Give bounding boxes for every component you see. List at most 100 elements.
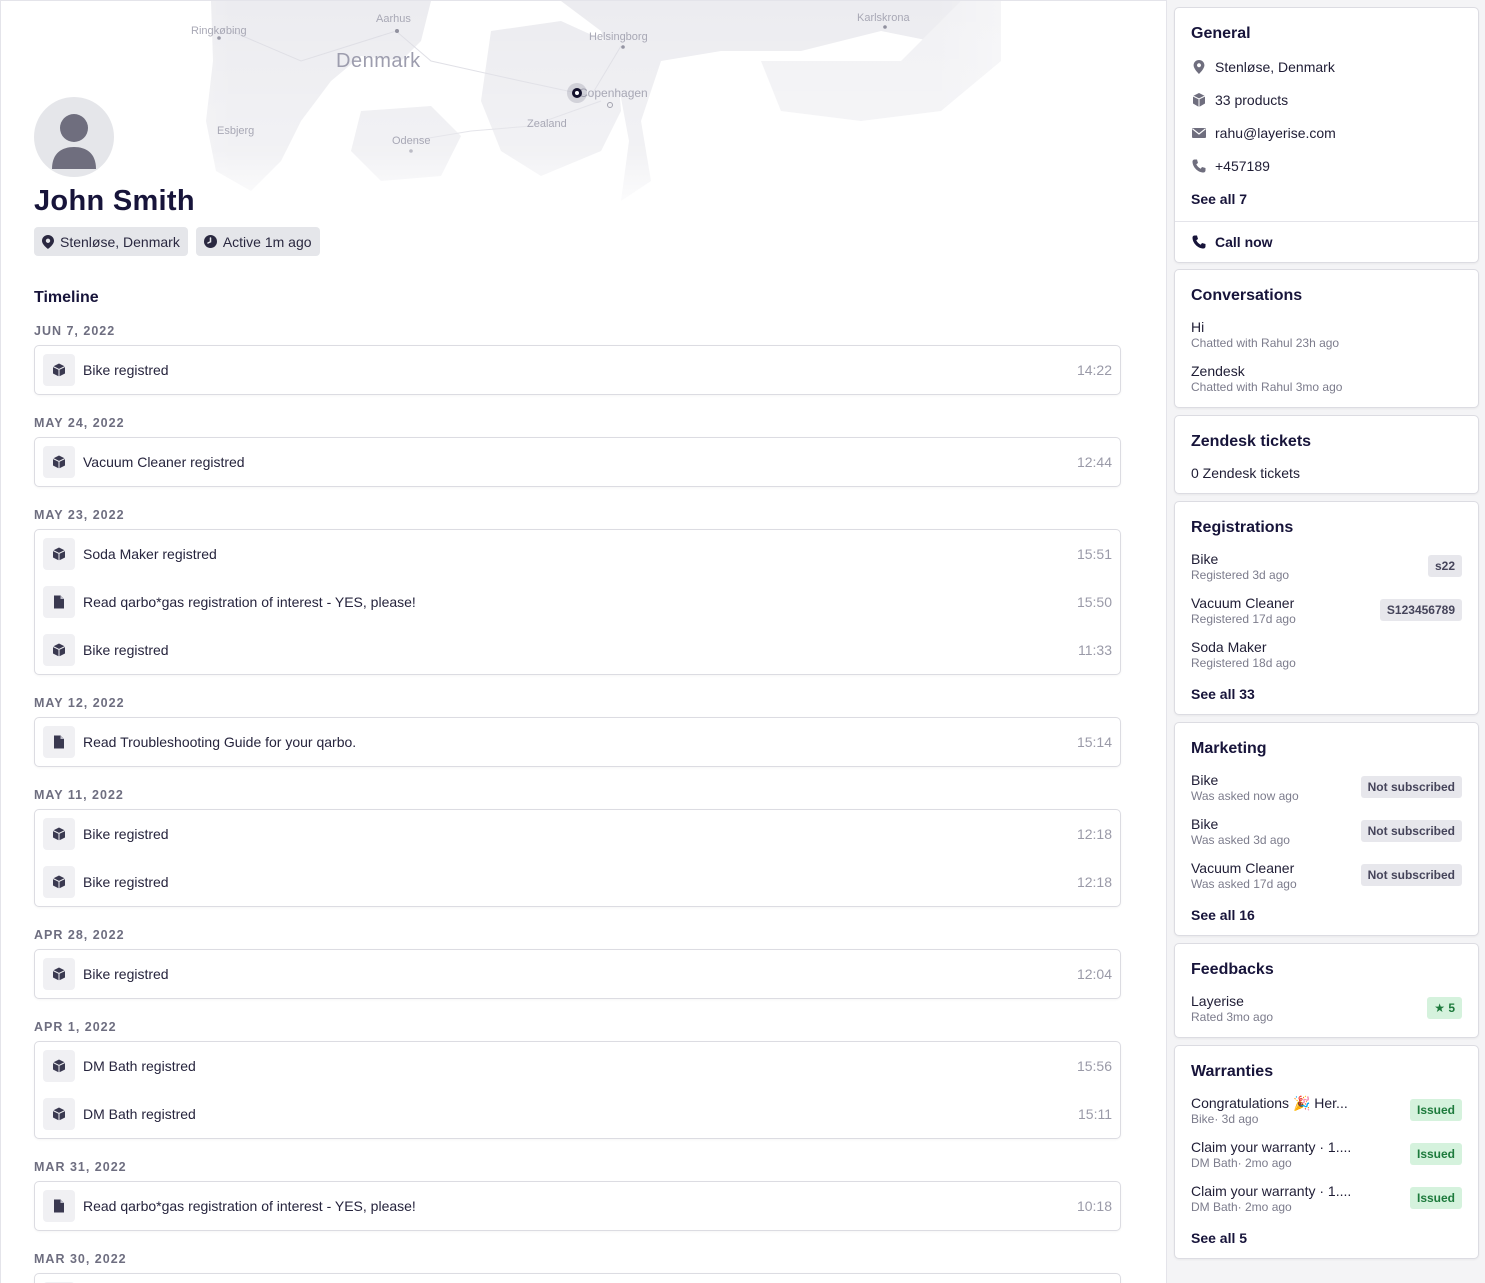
registrations-see-all-link[interactable]: See all 33: [1191, 686, 1255, 702]
call-now-button[interactable]: Call now: [1191, 234, 1273, 250]
timeline-event-time: 12:44: [1076, 454, 1112, 470]
timeline-event-text: Bike registred: [83, 966, 169, 982]
timeline-event-text: DM Bath registred: [83, 1058, 196, 1074]
marketing-item[interactable]: Vacuum Cleaner Was asked 17d ago Not subsc…: [1191, 860, 1462, 896]
timeline-event[interactable]: Bike registred 12:18: [35, 810, 1120, 858]
timeline-event-time: 15:14: [1076, 734, 1112, 750]
general-divider: [1175, 221, 1478, 222]
warranties-card: Warranties Congratulations 🎉 Her... Bike·…: [1174, 1045, 1479, 1259]
timeline-event-time: 15:51: [1076, 546, 1112, 562]
conversation-item-title: Zendesk: [1191, 363, 1245, 379]
box-icon: [43, 538, 75, 570]
conversation-item[interactable]: Zendesk Chatted with Rahul 3mo ago: [1191, 363, 1462, 399]
warranty-status-badge: Issued: [1409, 1143, 1462, 1165]
marketing-item[interactable]: Bike Was asked now ago Not subscribed: [1191, 772, 1462, 808]
warranties-title: Warranties: [1191, 1063, 1274, 1080]
conversation-item-subtitle: Chatted with Rahul 3mo ago: [1191, 380, 1343, 394]
location-chip: Stenløse, Denmark: [34, 227, 188, 256]
phone-icon: [1192, 235, 1206, 249]
timeline-event-time: 15:50: [1076, 594, 1112, 610]
timeline-event-text: Bike registred: [83, 826, 169, 842]
timeline-date: MAY 11, 2022: [34, 788, 124, 802]
timeline-event[interactable]: Vacuum Cleaner registred 12:44: [35, 438, 1120, 486]
map-label-esbjerg: Esbjerg: [217, 125, 255, 137]
marketing-status-badge: Not subscribed: [1360, 864, 1462, 886]
registration-item-title: Soda Maker: [1191, 639, 1267, 655]
warranty-item[interactable]: Claim your warranty · 1.... DM Bath· 2mo …: [1191, 1139, 1462, 1175]
map-land-shapes: [1, 1, 1166, 216]
map-label-denmark: Denmark: [336, 50, 421, 72]
timeline-event[interactable]: Bike registred 14:22: [35, 346, 1120, 394]
timeline-event-text: Vacuum Cleaner registred: [83, 454, 245, 470]
timeline-date: MAY 24, 2022: [34, 416, 125, 430]
warranty-item[interactable]: Claim your warranty · 1.... DM Bath· 2mo …: [1191, 1183, 1462, 1219]
profile-chips: Stenløse, Denmark Active 1m ago: [34, 227, 320, 256]
clock-icon: [203, 235, 217, 248]
zendesk-title: Zendesk tickets: [1191, 433, 1312, 450]
timeline-event-text: Read qarbo*gas registration of interest …: [83, 1198, 416, 1214]
timeline-event-text: Bike registred: [83, 362, 169, 378]
conversations-card: Conversations Hi Chatted with Rahul 23h a…: [1174, 269, 1479, 408]
timeline-date: MAR 30, 2022: [34, 1252, 127, 1266]
activity-chip-label: Active 1m ago: [222, 233, 312, 250]
timeline-event[interactable]: Read qarbo*gas registration of interest …: [35, 1182, 1120, 1230]
customer-name: John Smith: [34, 185, 195, 217]
location-chip-label: Stenløse, Denmark: [60, 233, 180, 250]
timeline-event-text: DM Bath registred: [83, 1106, 196, 1122]
warranties-see-all-link[interactable]: See all 5: [1191, 1230, 1247, 1246]
map-label-odense: Odense: [392, 135, 431, 147]
registration-item[interactable]: Soda Maker Registered 18d ago: [1191, 639, 1462, 675]
general-email[interactable]: rahu@layerise.com: [1191, 125, 1336, 141]
timeline-event[interactable]: Bike registred 11:33: [35, 626, 1120, 674]
map-label-ringkobing: Ringkøbing: [191, 25, 247, 37]
box-icon: [43, 958, 75, 990]
general-products-text: 33 products: [1215, 92, 1289, 108]
timeline-event[interactable]: Bike registred 12:18: [35, 858, 1120, 906]
timeline-date: APR 1, 2022: [34, 1020, 117, 1034]
registrations-title: Registrations: [1191, 519, 1294, 536]
timeline-event[interactable]: Soda Maker registred 15:51: [35, 530, 1120, 578]
zendesk-count-text: 0 Zendesk tickets: [1191, 465, 1300, 481]
registration-status-badge: S123456789: [1379, 599, 1462, 621]
zendesk-count: 0 Zendesk tickets: [1191, 465, 1300, 481]
timeline-event-time: 12:18: [1076, 826, 1112, 842]
feedbacks-title: Feedbacks: [1191, 961, 1274, 978]
timeline-event-time: 10:18: [1076, 1198, 1112, 1214]
feedback-item[interactable]: Layerise Rated 3mo ago ★ 5: [1191, 993, 1462, 1029]
marketing-see-all-link[interactable]: See all 16: [1191, 907, 1255, 923]
registration-status-badge: s22: [1427, 555, 1462, 577]
conversations-title: Conversations: [1191, 287, 1303, 304]
timeline-event[interactable]: Read Troubleshooting Guide for your qarb…: [35, 718, 1120, 766]
registration-item[interactable]: Vacuum Cleaner Registered 17d ago S1234567…: [1191, 595, 1462, 631]
marketing-item[interactable]: Bike Was asked 3d ago Not subscribed: [1191, 816, 1462, 852]
timeline-event[interactable]: Read qarbo*gas registration of interest …: [35, 578, 1120, 626]
timeline-group: Read qarbo*gas registration of interest …: [34, 1273, 1121, 1283]
general-see-all-link[interactable]: See all 7: [1191, 191, 1247, 207]
warranty-status-badge: Issued: [1409, 1187, 1462, 1209]
envelope-icon: [1192, 128, 1206, 138]
general-phone-text: +457189: [1215, 158, 1270, 174]
timeline-event[interactable]: DM Bath registred 15:11: [35, 1090, 1120, 1138]
timeline-event[interactable]: Bike registred 12:04: [35, 950, 1120, 998]
map-label-helsingborg: Helsingborg: [589, 31, 648, 43]
timeline-date: MAY 23, 2022: [34, 508, 125, 522]
general-phone[interactable]: +457189: [1191, 158, 1270, 174]
timeline-event-time: 12:18: [1076, 874, 1112, 890]
box-icon: [43, 866, 75, 898]
warranty-item[interactable]: Congratulations 🎉 Her... Bike· 3d ago Issu…: [1191, 1095, 1462, 1131]
timeline-event[interactable]: DM Bath registred 15:56: [35, 1042, 1120, 1090]
timeline-event[interactable]: Read qarbo*gas registration of interest …: [35, 1274, 1120, 1283]
feedback-status-badge: ★ 5: [1427, 997, 1462, 1019]
timeline-group: Bike registred 12:18 Bike registred 12:18: [34, 809, 1121, 907]
conversation-item[interactable]: Hi Chatted with Rahul 23h ago: [1191, 319, 1462, 355]
general-products[interactable]: 33 products: [1191, 92, 1288, 108]
timeline-event-time: 15:56: [1076, 1058, 1112, 1074]
registration-item[interactable]: Bike Registered 3d ago s22: [1191, 551, 1462, 587]
location-map[interactable]: Aarhus Ringkøbing Denmark Helsingborg Ka…: [1, 1, 1166, 216]
timeline-date: APR 28, 2022: [34, 928, 125, 942]
timeline-title: Timeline: [34, 289, 99, 306]
box-icon: [43, 446, 75, 478]
timeline-date: JUN 7, 2022: [34, 324, 116, 338]
timeline-event-time: 12:04: [1076, 966, 1112, 982]
activity-chip: Active 1m ago: [195, 227, 320, 256]
